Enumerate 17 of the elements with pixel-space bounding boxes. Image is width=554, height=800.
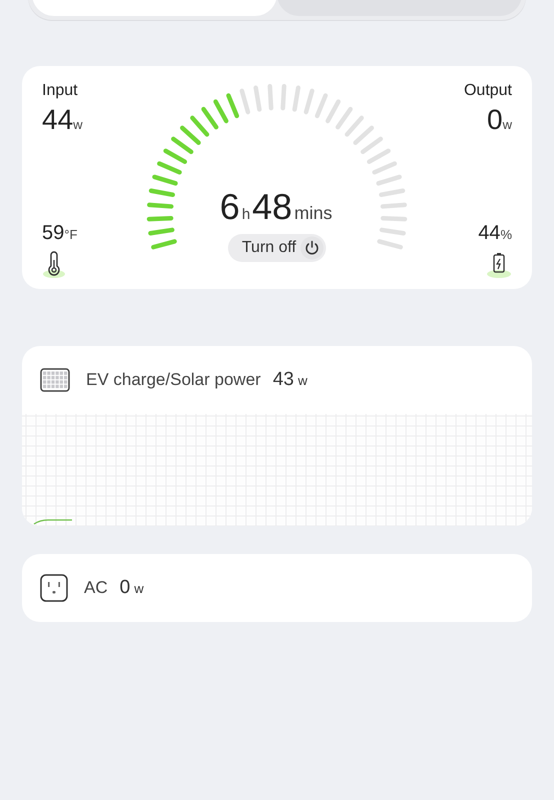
power-outlet-icon — [40, 574, 68, 602]
thermometer-icon — [42, 251, 66, 279]
input-value: 44w — [42, 104, 84, 136]
solar-panel-icon — [40, 368, 70, 392]
output-value: 0w — [487, 104, 512, 136]
battery-value: 44% — [478, 222, 512, 245]
source-label: EV charge/Solar power — [86, 370, 261, 390]
turn-off-button[interactable]: Turn off — [228, 234, 326, 262]
runtime-value: 6 h 48 mins — [220, 186, 334, 228]
source-value: 43 w — [272, 369, 308, 391]
input-label: Input — [42, 82, 79, 100]
source-value: 0 w — [120, 577, 144, 599]
battery-icon — [486, 251, 512, 279]
power-icon — [300, 236, 324, 260]
temperature-value: 59°F — [42, 222, 78, 245]
output-label: Output — [464, 82, 512, 100]
source-label: AC — [84, 578, 108, 598]
